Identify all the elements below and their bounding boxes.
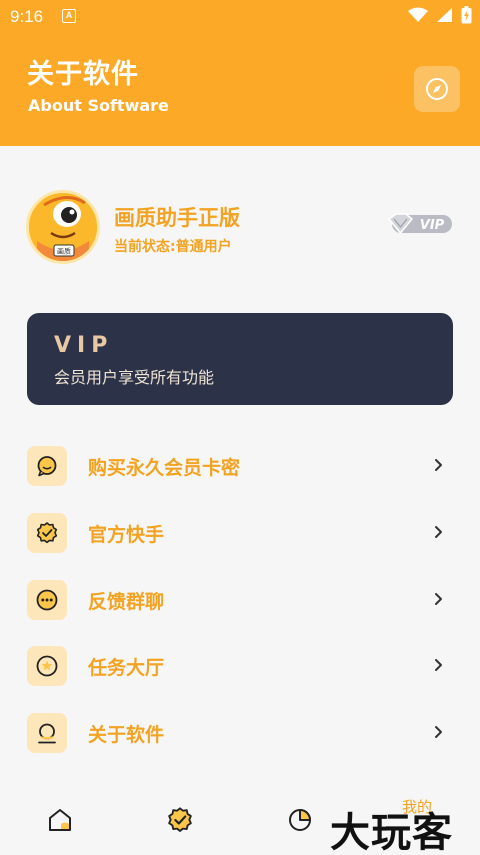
vip-card-description: 会员用户享受所有功能 xyxy=(54,368,215,387)
vip-badge: VIP xyxy=(388,213,452,235)
dots-bubble-icon xyxy=(36,589,58,611)
menu-item-label: 购买永久会员卡密 xyxy=(88,457,241,479)
status-time: 9:16 xyxy=(10,7,44,26)
membership-status: 当前状态:普通用户 xyxy=(114,239,232,255)
profile-section: 画质 画质助手正版 当前状态:普通用户 VIP xyxy=(26,188,456,268)
tab-home[interactable] xyxy=(40,800,80,840)
signal-icon xyxy=(437,8,452,22)
mascot-icon: 画质 xyxy=(29,193,97,261)
chevron-right-icon xyxy=(435,459,442,471)
avatar: 画质 xyxy=(26,190,100,264)
menu-item-buy-membership[interactable]: 购买永久会员卡密 xyxy=(0,432,480,498)
tab-verified[interactable] xyxy=(160,800,200,840)
menu-item-label: 关于软件 xyxy=(88,724,165,746)
chevron-right-icon xyxy=(435,526,442,538)
vip-card-title: VIP xyxy=(54,333,114,358)
watermark: 大玩客 xyxy=(330,809,453,855)
badge-check-icon xyxy=(168,807,192,832)
menu-item-task-hall[interactable]: 任务大厅 xyxy=(0,632,480,698)
menu-item-label: 任务大厅 xyxy=(88,657,165,679)
status-bar: 9:16 A xyxy=(0,0,480,32)
compass-button[interactable] xyxy=(414,66,460,112)
chevron-right-icon xyxy=(435,659,442,671)
avatar-tag: 画质 xyxy=(57,247,71,256)
wifi-icon xyxy=(408,7,428,22)
page-header: 关于软件 About Software xyxy=(0,32,480,146)
tab-stats[interactable] xyxy=(280,800,320,840)
menu-item-feedback-group[interactable]: 反馈群聊 xyxy=(0,566,480,632)
vip-card[interactable]: VIP 会员用户享受所有功能 xyxy=(27,313,453,405)
menu-item-label: 反馈群聊 xyxy=(88,591,165,613)
pie-chart-icon xyxy=(289,809,311,831)
vip-badge-text: VIP xyxy=(420,218,445,233)
user-icon xyxy=(38,723,56,744)
page-title: 关于软件 xyxy=(27,59,139,90)
chevron-right-icon xyxy=(435,593,442,605)
star-circle-icon xyxy=(36,655,58,677)
menu-item-about-software[interactable]: 关于软件 xyxy=(0,699,480,765)
badge-check-icon xyxy=(36,522,58,544)
menu-item-official-kuaishou[interactable]: 官方快手 xyxy=(0,499,480,565)
app-name: 画质助手正版 xyxy=(114,206,240,230)
home-icon xyxy=(49,809,71,831)
battery-icon xyxy=(461,6,472,24)
notification-icon: A xyxy=(62,9,76,23)
chat-icon xyxy=(37,456,57,477)
page-subtitle: About Software xyxy=(28,96,169,115)
compass-icon xyxy=(426,78,448,100)
chevron-right-icon xyxy=(435,726,442,738)
menu-item-label: 官方快手 xyxy=(88,524,165,546)
